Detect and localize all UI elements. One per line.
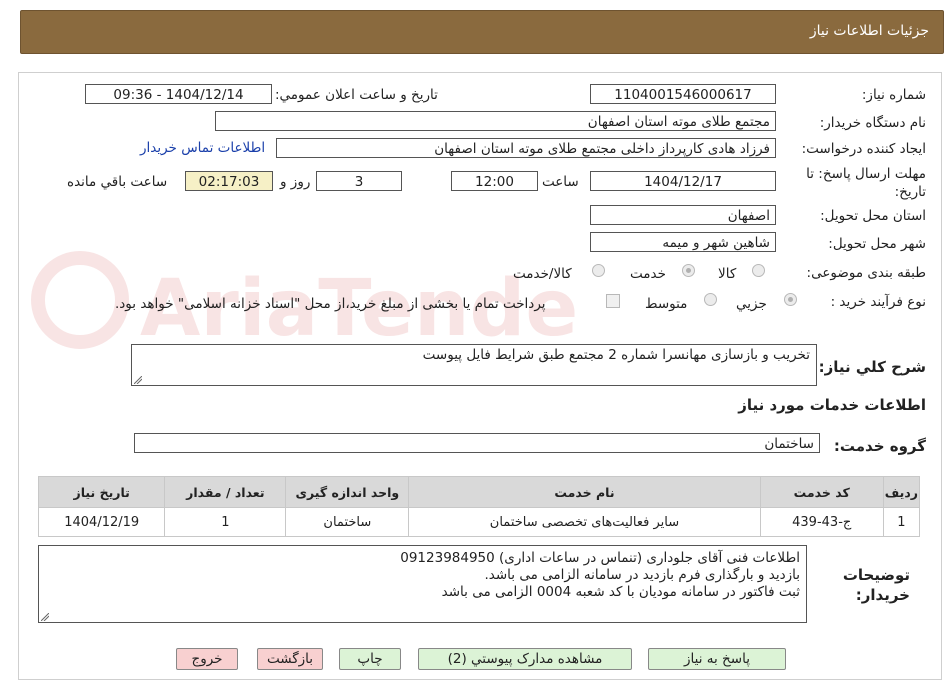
- col-need-date: تاريخ نياز: [37, 476, 166, 508]
- buyer-notes-label: توضيحات: [842, 566, 910, 584]
- col-service-code: کد خدمت: [759, 476, 884, 508]
- deadline-label-date: تاريخ:: [894, 184, 926, 200]
- process-option-medium: متوسط: [645, 296, 688, 312]
- cell-quantity: 1: [164, 507, 287, 537]
- category-radio-goods-service[interactable]: [592, 264, 605, 277]
- buyer-notes-textarea[interactable]: اطلاعات فنی آقای جلوداری (تنماس در ساعات…: [38, 545, 807, 623]
- treasury-note: پرداخت تمام يا بخشی از مبلغ خريد،از محل …: [115, 296, 546, 312]
- deadline-label: مهلت ارسال پاسخ: تا: [806, 166, 926, 182]
- summary-text: تخریب و بازسازی مهانسرا شماره 2 مجتمع طب…: [422, 347, 810, 363]
- process-radio-minor[interactable]: [784, 293, 797, 306]
- province-label: استان محل تحويل:: [820, 208, 926, 224]
- days-field[interactable]: 3: [316, 171, 402, 191]
- process-option-minor: جزيي: [736, 296, 767, 312]
- reply-button[interactable]: پاسخ به نياز: [648, 648, 786, 670]
- category-label: طبقه بندی موضوعی:: [806, 265, 926, 281]
- page-title: جزئيات اطلاعات نياز: [809, 23, 929, 39]
- service-group-field[interactable]: ساختمان: [134, 433, 820, 453]
- buyer-note-line: بازدید و بارگذاری فرم بازدید در سامانه ا…: [484, 567, 800, 583]
- cell-row-number: 1: [882, 507, 921, 537]
- table-row: 1 ج-43-439 ساير فعاليت‌های تخصصی ساختمان…: [37, 507, 921, 537]
- buyer-notes-label-2: خريدار:: [855, 586, 910, 604]
- requester-label: ايجاد کننده درخواست:: [801, 141, 926, 157]
- exit-button[interactable]: خروج: [176, 648, 238, 670]
- city-label: شهر محل تحويل:: [828, 236, 926, 252]
- announce-label: تاريخ و ساعت اعلان عمومي:: [275, 87, 438, 103]
- process-radio-medium[interactable]: [704, 293, 717, 306]
- print-button[interactable]: چاپ: [339, 648, 401, 670]
- cell-need-date: 1404/12/19: [37, 507, 166, 537]
- summary-textarea[interactable]: تخریب و بازسازی مهانسرا شماره 2 مجتمع طب…: [131, 344, 817, 386]
- city-field[interactable]: شاهين شهر و ميمه: [590, 232, 776, 252]
- announce-field[interactable]: 1404/12/14 - 09:36: [85, 84, 272, 104]
- resize-handle-icon[interactable]: [134, 376, 142, 384]
- buyer-org-label: نام دستگاه خريدار:: [819, 115, 926, 131]
- treasury-checkbox[interactable]: [606, 294, 620, 308]
- cell-unit: ساختمان: [285, 507, 410, 537]
- summary-label: شرح کلي نياز:: [818, 358, 926, 376]
- category-option-goods-service: کالا/خدمت: [513, 266, 572, 282]
- table-header-row: رديف کد خدمت نام خدمت واحد اندازه گيری ت…: [37, 476, 921, 508]
- contact-info-link[interactable]: اطلاعات تماس خريدار: [140, 140, 265, 156]
- buyer-note-line: اطلاعات فنی آقای جلوداری (تنماس در ساعات…: [400, 550, 800, 566]
- deadline-date-field[interactable]: 1404/12/17: [590, 171, 776, 191]
- category-option-goods: کالا: [718, 266, 737, 282]
- buyer-org-field[interactable]: مجتمع طلای موته استان اصفهان: [215, 111, 776, 131]
- remaining-time-field: 02:17:03: [185, 171, 273, 191]
- col-row-number: رديف: [882, 476, 921, 508]
- remaining-label: ساعت باقي مانده: [67, 174, 168, 190]
- service-group-label: گروه خدمت:: [833, 437, 926, 455]
- back-button[interactable]: بازگشت: [257, 648, 323, 670]
- category-option-service: خدمت: [630, 266, 666, 282]
- deadline-time-field[interactable]: 12:00: [451, 171, 538, 191]
- col-quantity: تعداد / مقدار: [164, 476, 287, 508]
- services-heading: اطلاعات خدمات مورد نياز: [738, 396, 926, 414]
- col-service-name: نام خدمت: [408, 476, 761, 508]
- page-header: جزئيات اطلاعات نياز: [20, 10, 944, 54]
- services-table: رديف کد خدمت نام خدمت واحد اندازه گيری ت…: [37, 476, 921, 537]
- cell-service-name: ساير فعاليت‌های تخصصی ساختمان: [408, 507, 761, 537]
- need-number-field[interactable]: 1104001546000617: [590, 84, 776, 104]
- deadline-time-label: ساعت: [542, 174, 579, 190]
- days-label: روز و: [280, 174, 311, 190]
- process-label: نوع فرآيند خريد :: [830, 294, 926, 310]
- need-number-label: شماره نياز:: [861, 87, 926, 103]
- cell-service-code: ج-43-439: [759, 507, 884, 537]
- province-field[interactable]: اصفهان: [590, 205, 776, 225]
- buyer-note-line: ثبت فاکتور در سامانه مودیان با کد شعبه 0…: [441, 584, 800, 600]
- resize-handle-icon[interactable]: [41, 613, 49, 621]
- category-radio-service[interactable]: [682, 264, 695, 277]
- col-unit: واحد اندازه گيری: [285, 476, 410, 508]
- requester-field[interactable]: فرزاد هادی کارپرداز داخلی مجتمع طلای موت…: [276, 138, 776, 158]
- category-radio-goods[interactable]: [752, 264, 765, 277]
- view-attachments-button[interactable]: مشاهده مدارک پيوستي (2): [418, 648, 632, 670]
